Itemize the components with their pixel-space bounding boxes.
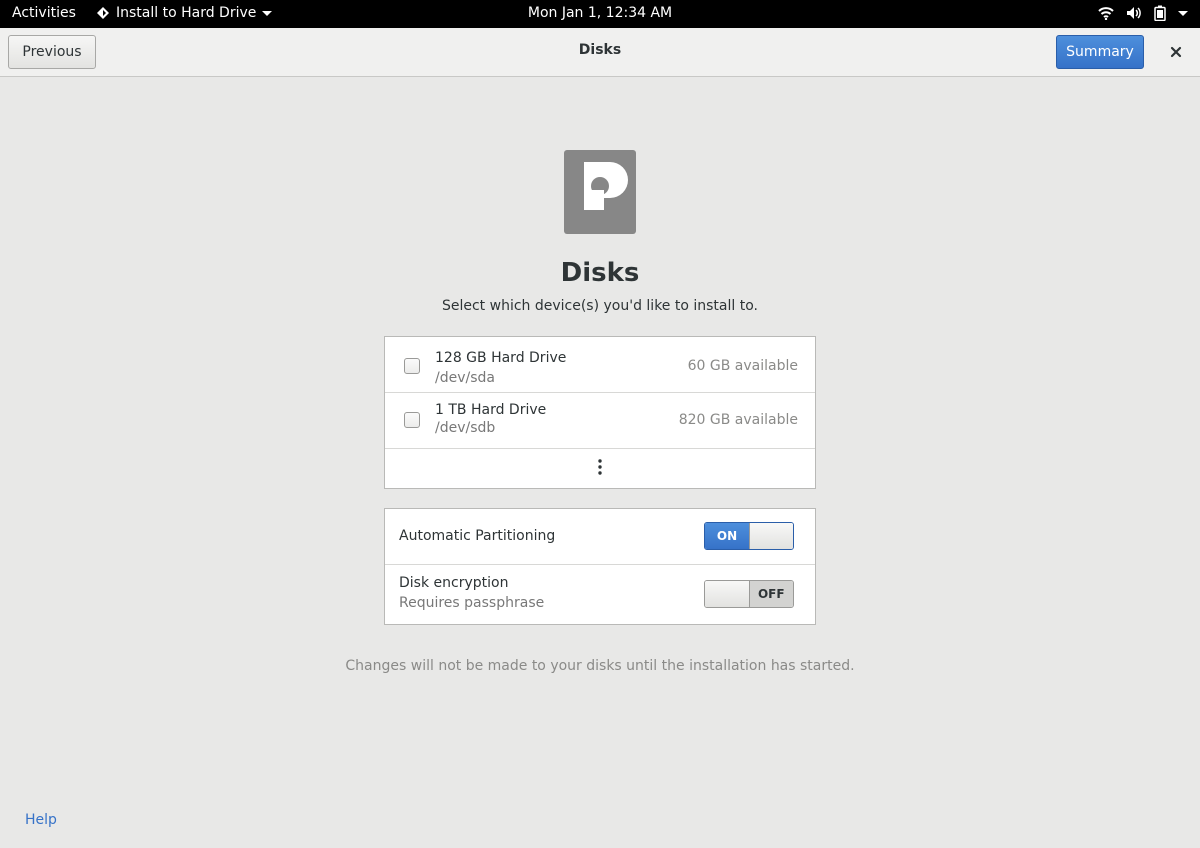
- switch-knob: [705, 581, 750, 607]
- disk-list: 128 GB Hard Drive /dev/sda 60 GB availab…: [384, 336, 816, 489]
- battery-icon: [1154, 5, 1166, 21]
- disk-available: 820 GB available: [678, 412, 798, 428]
- chevron-down-icon: [1178, 10, 1188, 16]
- wifi-icon: [1098, 6, 1114, 20]
- switch-on-label: ON: [705, 523, 749, 549]
- disk-name: 1 TB Hard Drive: [435, 402, 547, 418]
- options-panel: Automatic Partitioning ON Disk encryptio…: [384, 508, 816, 625]
- more-disks-button[interactable]: [385, 449, 815, 488]
- disk-name: 128 GB Hard Drive: [435, 350, 567, 366]
- system-tray[interactable]: [1098, 5, 1188, 21]
- disk-checkbox[interactable]: [404, 358, 420, 374]
- help-link[interactable]: Help: [25, 812, 57, 828]
- close-button[interactable]: [1166, 42, 1186, 62]
- disk-available: 60 GB available: [687, 358, 798, 374]
- header-title: Disks: [578, 42, 622, 58]
- page-subtitle: Select which device(s) you'd like to ins…: [441, 298, 758, 314]
- header-bar: Previous Disks Summary: [0, 28, 1200, 77]
- disk-device: /dev/sda: [435, 370, 495, 386]
- auto-partitioning-label: Automatic Partitioning: [399, 528, 556, 544]
- switch-knob: [749, 523, 793, 549]
- list-item[interactable]: 1 TB Hard Drive /dev/sdb 820 GB availabl…: [385, 393, 815, 449]
- page-heading: Disks: [560, 258, 640, 288]
- disk-encryption-switch[interactable]: OFF: [704, 580, 794, 608]
- switch-off-label: OFF: [749, 581, 793, 607]
- summary-button[interactable]: Summary: [1056, 35, 1144, 69]
- top-bar: Activities Install to Hard Drive Mon Jan…: [0, 0, 1200, 28]
- hard-disk-icon: [564, 150, 636, 234]
- disk-checkbox[interactable]: [404, 412, 420, 428]
- list-item[interactable]: 128 GB Hard Drive /dev/sda 60 GB availab…: [385, 337, 815, 393]
- disk-device: /dev/sdb: [435, 420, 496, 436]
- disk-encryption-row: Disk encryption Requires passphrase OFF: [385, 565, 815, 624]
- disk-encryption-sublabel: Requires passphrase: [399, 595, 545, 611]
- previous-button[interactable]: Previous: [8, 35, 96, 69]
- disk-encryption-label: Disk encryption: [399, 575, 509, 591]
- clock[interactable]: Mon Jan 1, 12:34 AM: [0, 5, 1200, 21]
- auto-partitioning-switch[interactable]: ON: [704, 522, 794, 550]
- volume-icon: [1126, 6, 1142, 20]
- auto-partitioning-row: Automatic Partitioning ON: [385, 509, 815, 565]
- close-icon: [1170, 43, 1182, 62]
- more-vertical-icon: [598, 458, 602, 479]
- footer-note: Changes will not be made to your disks u…: [345, 658, 855, 674]
